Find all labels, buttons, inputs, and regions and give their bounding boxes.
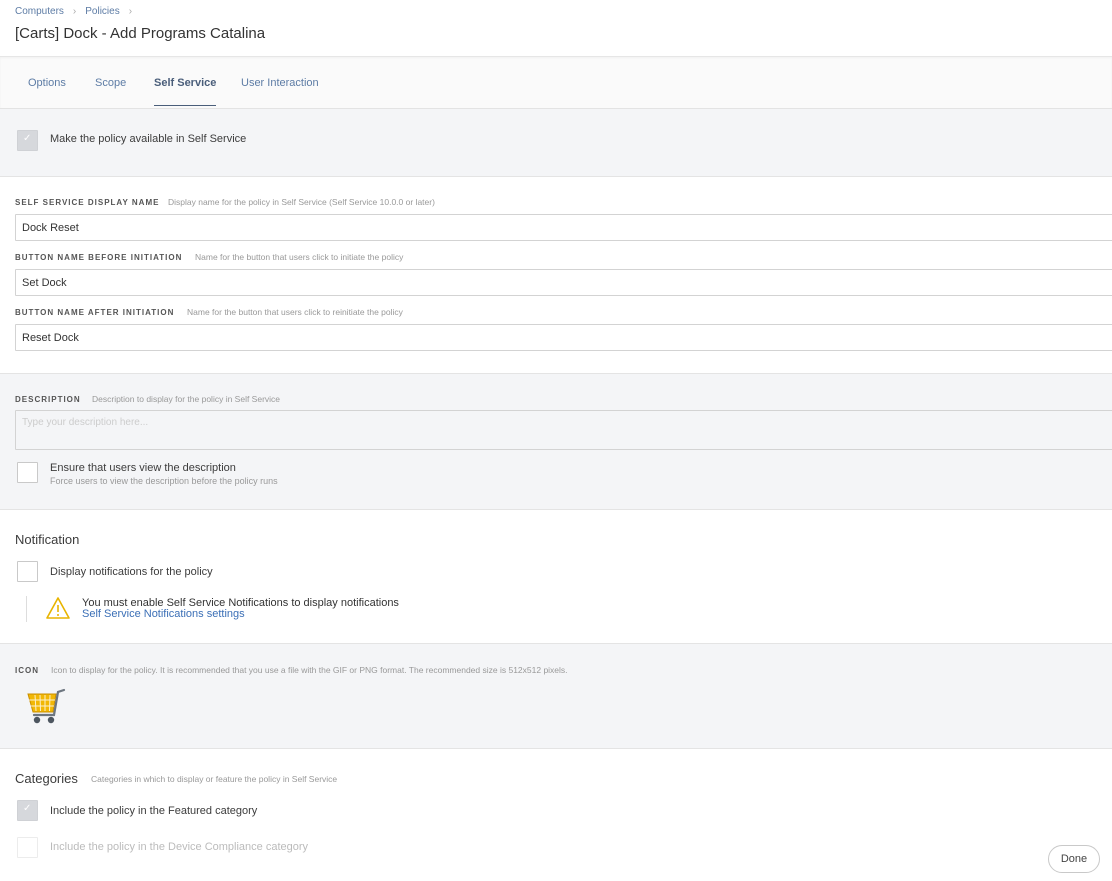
icon-hint: Icon to display for the policy. It is re… [51,665,568,675]
button-after-hint: Name for the button that users click to … [187,307,403,317]
make-available-checkbox[interactable] [17,130,38,151]
tab-self-service[interactable]: Self Service [154,77,217,106]
tab-options[interactable]: Options [28,77,66,105]
button-after-input[interactable]: Reset Dock [15,324,1112,351]
ensure-view-checkbox[interactable] [17,462,38,483]
chevron-right-icon: › [128,6,133,17]
notification-section: Notification Display notifications for t… [0,509,1112,644]
notification-heading: Notification [15,532,80,547]
icon-section: ICON Icon to display for the policy. It … [0,643,1112,749]
display-name-hint: Display name for the policy in Self Serv… [168,197,435,207]
button-before-label: BUTTON NAME BEFORE INITIATION [15,253,183,262]
availability-section: Make the policy available in Self Servic… [0,109,1112,177]
description-label: DESCRIPTION [15,395,81,404]
notice-divider [26,596,27,622]
tab-bar: Options Scope Self Service User Interact… [0,57,1112,109]
button-before-hint: Name for the button that users click to … [195,252,404,262]
display-notifications-label: Display notifications for the policy [50,566,213,578]
tab-user-interaction[interactable]: User Interaction [241,77,319,105]
categories-heading: Categories [15,771,78,786]
breadcrumb-policies[interactable]: Policies [85,6,119,17]
warning-icon [46,597,70,619]
button-before-input[interactable]: Set Dock [15,269,1112,296]
categories-section: Categories Categories in which to displa… [0,748,1112,881]
compliance-checkbox[interactable] [17,837,38,858]
shopping-cart-icon[interactable] [26,688,68,728]
description-section: DESCRIPTION Description to display for t… [0,373,1112,510]
page-title: [Carts] Dock - Add Programs Catalina [15,25,266,42]
display-name-label: SELF SERVICE DISPLAY NAME [15,198,160,207]
description-textarea[interactable]: Type your description here... [15,410,1112,450]
done-button[interactable]: Done [1048,845,1100,873]
display-name-input[interactable]: Dock Reset [15,214,1112,241]
chevron-right-icon: › [72,6,77,17]
featured-label: Include the policy in the Featured categ… [50,805,258,817]
featured-checkbox[interactable] [17,800,38,821]
breadcrumb-computers[interactable]: Computers [15,6,64,17]
tab-scope[interactable]: Scope [95,77,126,105]
compliance-label: Include the policy in the Device Complia… [50,841,309,853]
icon-label: ICON [15,666,39,675]
button-after-label: BUTTON NAME AFTER INITIATION [15,308,175,317]
ensure-view-label: Ensure that users view the description [50,462,236,474]
description-hint: Description to display for the policy in… [92,394,281,404]
categories-hint: Categories in which to display or featur… [91,774,338,784]
notification-settings-link[interactable]: Self Service Notifications settings [82,608,245,620]
names-section: SELF SERVICE DISPLAY NAME Display name f… [0,176,1112,374]
display-notifications-checkbox[interactable] [17,561,38,582]
make-available-label: Make the policy available in Self Servic… [50,133,247,145]
page-header: Computers › Policies › [Carts] Dock - Ad… [0,0,1112,57]
ensure-view-sublabel: Force users to view the description befo… [50,476,278,486]
breadcrumb: Computers › Policies › [15,6,141,17]
